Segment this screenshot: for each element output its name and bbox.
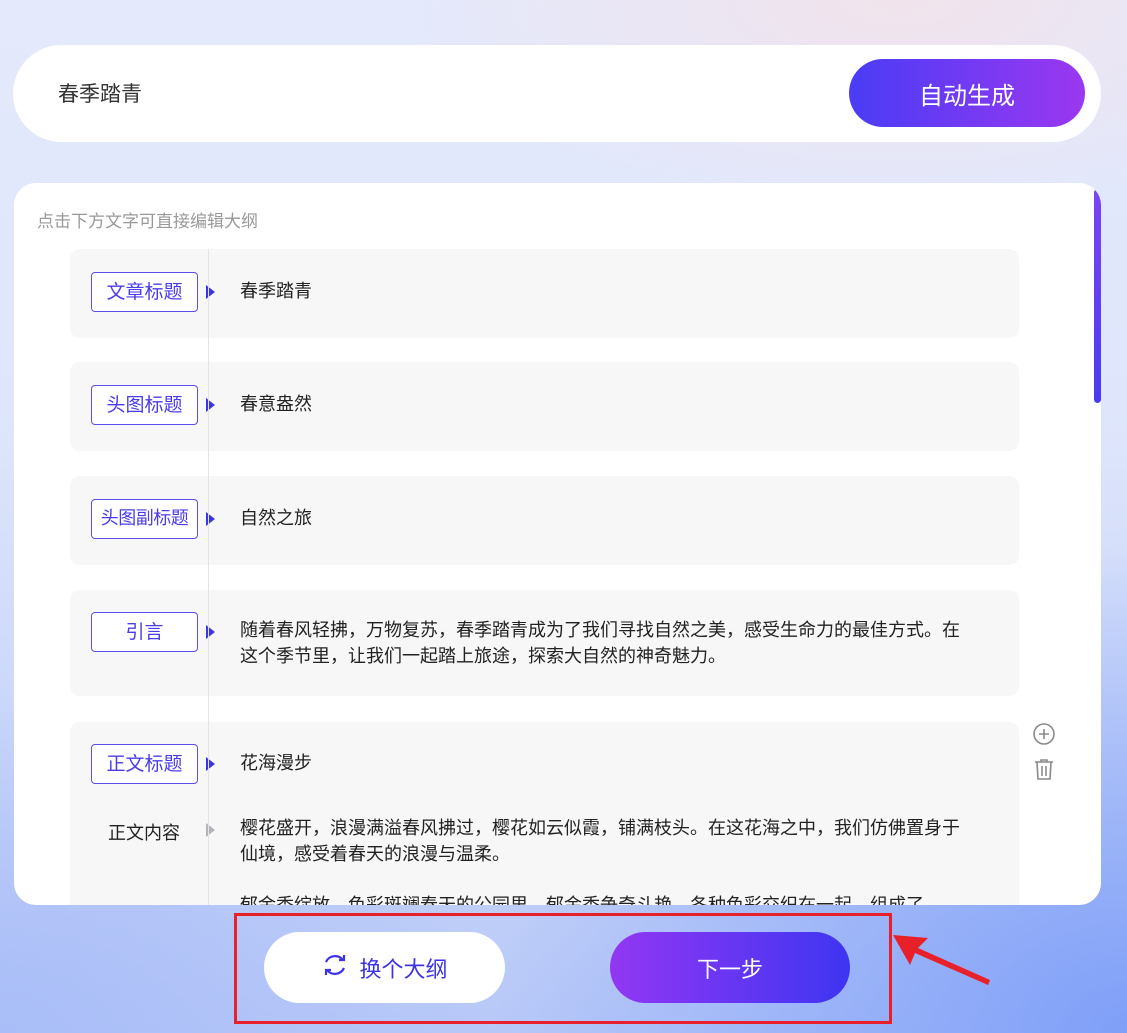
- annotation-arrow-icon: [893, 935, 990, 985]
- header-subtitle-text[interactable]: 自然之旅: [240, 506, 980, 532]
- tag-header-title[interactable]: 头图标题: [91, 385, 198, 425]
- body-title-text[interactable]: 花海漫步: [240, 751, 980, 777]
- body-content-label: 正文内容: [108, 823, 180, 844]
- auto-generate-button[interactable]: 自动生成: [849, 59, 1085, 127]
- tag-body-title[interactable]: 正文标题: [91, 744, 198, 784]
- body-content-text-2[interactable]: 郁金香绽放，色彩斑斓春天的公园里，郁金香争奇斗艳，各种色彩交织在一起，组成了: [240, 893, 970, 905]
- panel-scrollbar[interactable]: [1094, 189, 1101, 403]
- outline-row-body-section: 正文标题 花海漫步 正文内容 樱花盛开，浪漫满溢春风拂过，樱花如云似霞，铺满枝头…: [70, 722, 1019, 905]
- article-title-text[interactable]: 春季踏青: [240, 279, 980, 305]
- plus-circle-icon[interactable]: [1032, 722, 1056, 746]
- tag-intro[interactable]: 引言: [91, 612, 198, 652]
- body-content-text[interactable]: 樱花盛开，浪漫满溢春风拂过，樱花如云似霞，铺满枝头。在这花海之中，我们仿佛置身于…: [240, 816, 970, 868]
- outline-row-header-title: 头图标题 春意盎然: [70, 362, 1019, 451]
- outline-row-article-title: 文章标题 春季踏青: [70, 249, 1019, 338]
- topic-input[interactable]: [58, 81, 758, 105]
- outline-hint: 点击下方文字可直接编辑大纲: [37, 212, 258, 232]
- outline-panel: 点击下方文字可直接编辑大纲 文章标题 春季踏青 头图标题 春意盎然 头图副标题 …: [14, 183, 1101, 905]
- tag-header-subtitle[interactable]: 头图副标题: [91, 499, 198, 539]
- annotation-highlight-box: [234, 913, 892, 1024]
- outline-divider: [208, 249, 209, 905]
- intro-text[interactable]: 随着春风轻拂，万物复苏，春季踏青成为了我们寻找自然之美，感受生命力的最佳方式。在…: [240, 618, 960, 670]
- trash-icon[interactable]: [1032, 757, 1056, 781]
- outline-row-header-subtitle: 头图副标题 自然之旅: [70, 476, 1019, 565]
- topic-search-bar: 自动生成: [13, 45, 1101, 142]
- header-title-text[interactable]: 春意盎然: [240, 392, 980, 418]
- outline-row-intro: 引言 随着春风轻拂，万物复苏，春季踏青成为了我们寻找自然之美，感受生命力的最佳方…: [70, 590, 1019, 696]
- tag-article-title[interactable]: 文章标题: [91, 272, 198, 312]
